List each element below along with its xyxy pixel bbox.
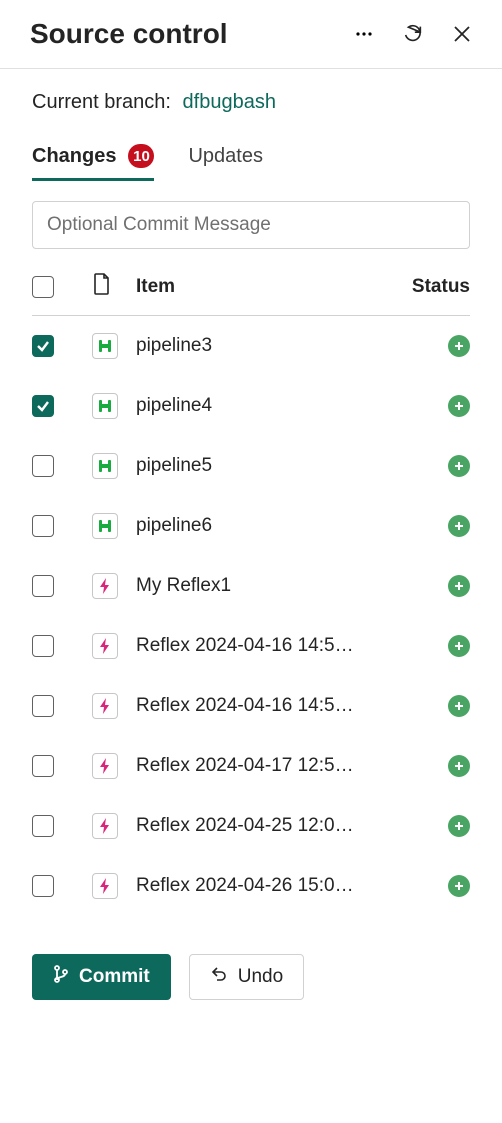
- row-checkbox[interactable]: [32, 395, 54, 417]
- pipeline-icon: [92, 393, 118, 419]
- footer-actions: Commit Undo: [0, 916, 502, 1028]
- row-checkbox[interactable]: [32, 515, 54, 537]
- current-branch-label: Current branch:: [32, 91, 171, 113]
- reflex-icon: [92, 573, 118, 599]
- close-icon[interactable]: [452, 24, 472, 44]
- item-name[interactable]: pipeline4: [136, 395, 212, 416]
- item-name[interactable]: Reflex 2024-04-26 15:0…: [136, 875, 354, 896]
- reflex-icon: [92, 873, 118, 899]
- reflex-icon: [92, 693, 118, 719]
- row-checkbox[interactable]: [32, 635, 54, 657]
- table-row: pipeline6: [32, 496, 470, 556]
- pipeline-icon: [92, 453, 118, 479]
- item-name[interactable]: pipeline3: [136, 335, 212, 356]
- status-added-icon: [448, 395, 470, 417]
- undo-icon: [210, 965, 228, 989]
- more-icon[interactable]: [354, 24, 374, 44]
- panel-title: Source control: [30, 18, 354, 50]
- tab-bar: Changes 10 Updates: [0, 114, 502, 181]
- commit-branch-icon: [53, 965, 69, 989]
- tab-updates[interactable]: Updates: [188, 145, 263, 181]
- commit-message-input[interactable]: [32, 201, 470, 249]
- status-added-icon: [448, 755, 470, 777]
- status-added-icon: [448, 515, 470, 537]
- undo-button-label: Undo: [238, 966, 283, 988]
- item-name[interactable]: pipeline5: [136, 455, 212, 476]
- row-checkbox[interactable]: [32, 455, 54, 477]
- table-row: Reflex 2024-04-16 14:5…: [32, 616, 470, 676]
- undo-button[interactable]: Undo: [189, 954, 304, 1000]
- table-row: Reflex 2024-04-26 15:0…: [32, 856, 470, 916]
- changes-rows: pipeline3 pipeline4 pipeline5 pipeline6 My R…: [32, 316, 470, 916]
- header-actions: [354, 23, 472, 45]
- column-header-status[interactable]: Status: [400, 276, 470, 298]
- table-row: pipeline4: [32, 376, 470, 436]
- reflex-icon: [92, 633, 118, 659]
- status-added-icon: [448, 695, 470, 717]
- tab-updates-label: Updates: [188, 145, 263, 168]
- reflex-icon: [92, 813, 118, 839]
- pipeline-icon: [92, 513, 118, 539]
- item-name[interactable]: Reflex 2024-04-25 12:0…: [136, 815, 354, 836]
- row-checkbox[interactable]: [32, 875, 54, 897]
- table-row: Reflex 2024-04-25 12:0…: [32, 796, 470, 856]
- row-checkbox[interactable]: [32, 755, 54, 777]
- column-header-item[interactable]: Item: [136, 276, 400, 298]
- tab-changes[interactable]: Changes 10: [32, 144, 154, 181]
- status-added-icon: [448, 575, 470, 597]
- pipeline-icon: [92, 333, 118, 359]
- table-row: Reflex 2024-04-17 12:5…: [32, 736, 470, 796]
- tab-changes-label: Changes: [32, 145, 116, 168]
- table-row: pipeline3: [32, 316, 470, 376]
- commit-button[interactable]: Commit: [32, 954, 171, 1000]
- status-added-icon: [448, 335, 470, 357]
- item-name[interactable]: Reflex 2024-04-17 12:5…: [136, 755, 354, 776]
- row-checkbox[interactable]: [32, 695, 54, 717]
- row-checkbox[interactable]: [32, 335, 54, 357]
- file-icon: [92, 273, 112, 301]
- item-name[interactable]: Reflex 2024-04-16 14:5…: [136, 635, 354, 656]
- status-added-icon: [448, 875, 470, 897]
- commit-message-wrap: [0, 181, 502, 249]
- table-row: pipeline5: [32, 436, 470, 496]
- refresh-icon[interactable]: [402, 23, 424, 45]
- status-added-icon: [448, 635, 470, 657]
- changes-count-badge: 10: [128, 144, 154, 168]
- current-branch-name[interactable]: dfbugbash: [183, 91, 276, 113]
- commit-button-label: Commit: [79, 966, 150, 988]
- row-checkbox[interactable]: [32, 575, 54, 597]
- item-name[interactable]: Reflex 2024-04-16 14:5…: [136, 695, 354, 716]
- status-added-icon: [448, 815, 470, 837]
- item-name[interactable]: My Reflex1: [136, 575, 231, 596]
- changes-table-header: Item Status: [32, 273, 470, 316]
- item-name[interactable]: pipeline6: [136, 515, 212, 536]
- panel-header: Source control: [0, 0, 502, 69]
- table-row: My Reflex1: [32, 556, 470, 616]
- reflex-icon: [92, 753, 118, 779]
- table-row: Reflex 2024-04-16 14:5…: [32, 676, 470, 736]
- status-added-icon: [448, 455, 470, 477]
- row-checkbox[interactable]: [32, 815, 54, 837]
- select-all-checkbox[interactable]: [32, 276, 54, 298]
- branch-row: Current branch: dfbugbash: [0, 69, 502, 114]
